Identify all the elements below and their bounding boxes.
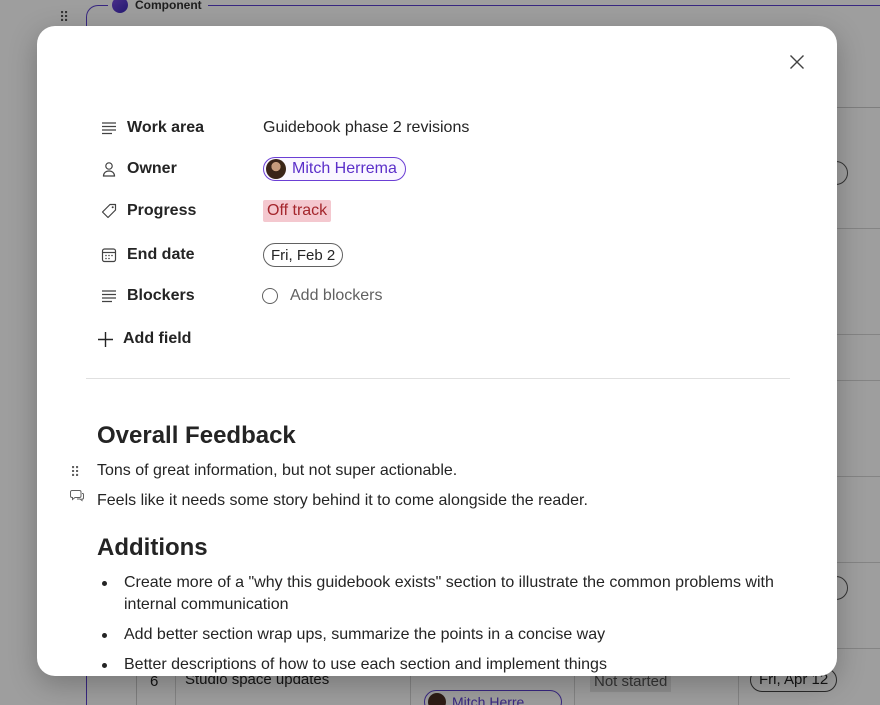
radio-circle-icon[interactable] (262, 288, 278, 304)
field-end-date: End date Fri, Feb 2 (99, 242, 779, 268)
heading-additions[interactable]: Additions (97, 534, 797, 562)
field-owner: Owner Mitch Herrema (99, 156, 779, 182)
plus-icon (98, 331, 113, 347)
avatar (266, 159, 286, 179)
drag-handle-icon[interactable]: ⠿ (70, 464, 80, 481)
divider (86, 378, 790, 379)
field-label: Owner (127, 160, 177, 177)
work-area-value[interactable]: Guidebook phase 2 revisions (263, 119, 469, 137)
paragraph[interactable]: Feels like it needs some story behind it… (97, 492, 797, 510)
calendar-icon (99, 245, 119, 265)
field-progress: Progress Off track (99, 198, 779, 224)
field-label: Work area (127, 119, 205, 136)
bullet-list: Create more of a "why this guidebook exi… (97, 572, 797, 676)
list-item[interactable]: Better descriptions of how to use each s… (97, 654, 797, 676)
field-label: End date (127, 246, 195, 263)
add-field-button[interactable]: Add field (97, 330, 191, 348)
lines-icon (99, 286, 119, 306)
lines-icon (99, 118, 119, 138)
add-blockers-control[interactable]: Add blockers (262, 287, 383, 305)
owner-name: Mitch Herrema (292, 160, 397, 177)
person-icon (99, 159, 119, 179)
tag-icon (99, 201, 119, 221)
task-detail-dialog: Work area Guidebook phase 2 revisions Ow… (37, 26, 837, 676)
comment-icon[interactable] (70, 489, 84, 508)
paragraph[interactable]: Tons of great information, but not super… (97, 462, 797, 480)
field-label: Blockers (127, 287, 195, 304)
field-work-area: Work area Guidebook phase 2 revisions (99, 115, 779, 141)
field-blockers: Blockers Add blockers (99, 283, 779, 309)
close-button[interactable] (786, 51, 808, 73)
status-badge[interactable]: Off track (263, 200, 332, 222)
owner-pill[interactable]: Mitch Herrema (263, 157, 406, 181)
list-item[interactable]: Add better section wrap ups, summarize t… (97, 624, 797, 646)
add-blockers-placeholder: Add blockers (290, 287, 383, 304)
field-label: Progress (127, 202, 197, 219)
list-item[interactable]: Create more of a "why this guidebook exi… (97, 572, 797, 616)
date-pill[interactable]: Fri, Feb 2 (263, 243, 344, 267)
close-icon (790, 55, 804, 69)
heading-overall-feedback[interactable]: Overall Feedback (97, 422, 797, 450)
add-field-label: Add field (123, 330, 192, 347)
